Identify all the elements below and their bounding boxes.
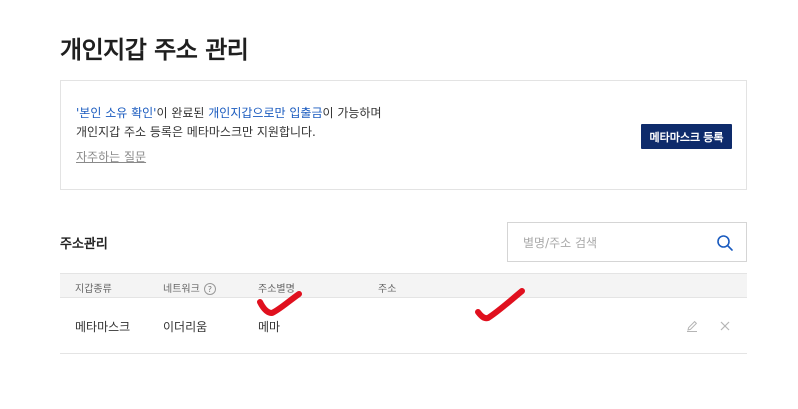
deposit-withdraw-text: 입출금	[289, 106, 323, 120]
cell-nickname: 메마	[258, 320, 281, 334]
address-table: 지갑종류 네트워크? 주소별명 주소 메타마스크 이더리움 메마	[60, 273, 747, 354]
cell-network: 이더리움	[163, 320, 208, 334]
notice-text: 이 완료된	[156, 106, 209, 120]
help-icon[interactable]: ?	[203, 283, 216, 295]
header-nickname: 주소별명	[258, 284, 295, 295]
personal-wallet-text: 개인지갑으로만	[208, 106, 286, 120]
search-icon[interactable]	[716, 234, 734, 252]
notice-line-1: '본인 소유 확인'이 완료된 개인지갑으로만 입출금이 가능하며	[76, 104, 382, 121]
table-header: 지갑종류 네트워크? 주소별명 주소	[60, 273, 747, 298]
header-wallet-type: 지갑종류	[75, 284, 112, 295]
section-title: 주소관리	[60, 237, 108, 252]
notice-text-end: 이 가능하며	[322, 106, 382, 120]
ownership-check-text: '본인 소유 확인'	[76, 106, 157, 120]
notice-box: '본인 소유 확인'이 완료된 개인지갑으로만 입출금이 가능하며 개인지갑 주…	[60, 80, 747, 190]
header-network-label: 네트워크	[163, 284, 200, 295]
register-metamask-button[interactable]: 메타마스크 등록	[641, 124, 732, 149]
search-box	[507, 222, 747, 262]
table-row: 메타마스크 이더리움 메마	[60, 298, 747, 354]
search-input[interactable]	[523, 233, 703, 253]
page-title: 개인지갑 주소 관리	[60, 36, 249, 64]
header-network: 네트워크?	[163, 280, 216, 295]
faq-link[interactable]: 자주하는 질문	[76, 148, 146, 165]
close-icon[interactable]	[718, 319, 732, 333]
pencil-icon[interactable]	[685, 319, 699, 333]
notice-line-2: 개인지갑 주소 등록은 메타마스크만 지원합니다.	[76, 125, 316, 139]
cell-wallet-type: 메타마스크	[75, 320, 131, 334]
header-address: 주소	[378, 284, 397, 295]
